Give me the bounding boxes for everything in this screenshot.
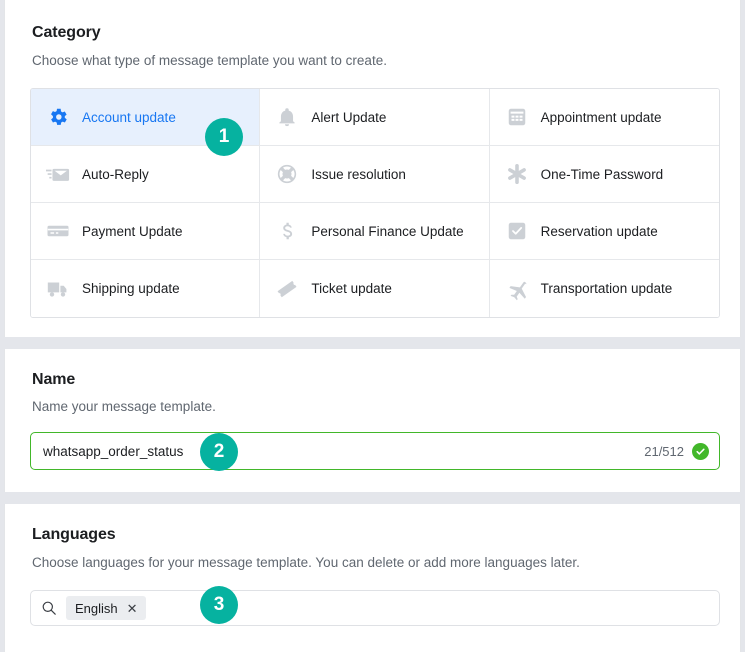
category-option-label: Issue resolution [311, 166, 406, 182]
category-option-one-time-password[interactable]: One-Time Password [489, 146, 719, 203]
language-chip-label: English [75, 600, 118, 616]
airplane-icon [504, 276, 530, 302]
category-option-label: Alert Update [311, 109, 387, 125]
category-option-label: One-Time Password [540, 166, 664, 182]
category-option-label: Account update [82, 109, 176, 125]
languages-section: Languages Choose languages for your mess… [4, 504, 741, 652]
step-badge-1: 1 [205, 118, 243, 156]
step-badge-3: 3 [200, 586, 238, 624]
language-chip-english[interactable]: English ✕ [66, 596, 146, 620]
category-option-label: Auto-Reply [82, 166, 149, 182]
dollar-sign-icon [274, 218, 300, 244]
category-subtitle: Choose what type of message template you… [32, 53, 387, 68]
truck-icon [45, 276, 71, 302]
name-subtitle: Name your message template. [32, 399, 216, 414]
category-option-appointment-update[interactable]: Appointment update [489, 89, 719, 146]
envelope-reply-icon [45, 161, 71, 187]
bell-icon [274, 104, 300, 130]
category-option-label: Transportation update [540, 281, 673, 296]
category-option-payment-update[interactable]: Payment Update [31, 203, 261, 260]
category-option-label: Payment Update [82, 223, 183, 239]
category-section: Category Choose what type of message tem… [4, 0, 741, 337]
category-option-transportation-update[interactable]: Transportation update [489, 260, 719, 317]
template-name-value: whatsapp_order_status [43, 443, 184, 459]
category-option-ticket-update[interactable]: Ticket update [260, 260, 490, 317]
category-option-label: Shipping update [82, 281, 180, 296]
character-counter: 21/512 [644, 443, 684, 459]
calendar-icon [504, 104, 530, 130]
gear-icon [45, 104, 71, 130]
template-name-input[interactable]: whatsapp_order_status 21/512 [30, 432, 720, 470]
step-badge-2: 2 [200, 433, 238, 471]
asterisk-icon [504, 161, 530, 187]
checkbox-icon [504, 218, 530, 244]
category-option-personal-finance-update[interactable]: Personal Finance Update [260, 203, 490, 260]
category-option-issue-resolution[interactable]: Issue resolution [260, 146, 490, 203]
life-ring-icon [274, 161, 300, 187]
category-option-label: Ticket update [311, 281, 392, 296]
category-option-label: Personal Finance Update [311, 223, 464, 239]
category-grid: Account update Alert Update Appointment … [30, 88, 720, 318]
category-option-label: Appointment update [540, 109, 662, 125]
languages-subtitle: Choose languages for your message templa… [32, 555, 580, 570]
category-option-reservation-update[interactable]: Reservation update [489, 203, 719, 260]
close-icon[interactable]: ✕ [127, 602, 138, 615]
category-option-alert-update[interactable]: Alert Update [260, 89, 490, 146]
language-search-input[interactable]: English ✕ [30, 590, 720, 626]
category-heading: Category [32, 24, 101, 41]
name-heading: Name [32, 371, 76, 388]
category-option-label: Reservation update [540, 223, 658, 239]
ticket-icon [274, 276, 300, 302]
category-option-shipping-update[interactable]: Shipping update [31, 260, 261, 317]
credit-card-icon [45, 218, 71, 244]
languages-heading: Languages [32, 526, 116, 543]
check-circle-icon [692, 442, 709, 460]
template-creation-page: Category Choose what type of message tem… [0, 0, 745, 652]
search-icon [41, 600, 57, 616]
name-section: Name Name your message template. whatsap… [4, 349, 741, 492]
